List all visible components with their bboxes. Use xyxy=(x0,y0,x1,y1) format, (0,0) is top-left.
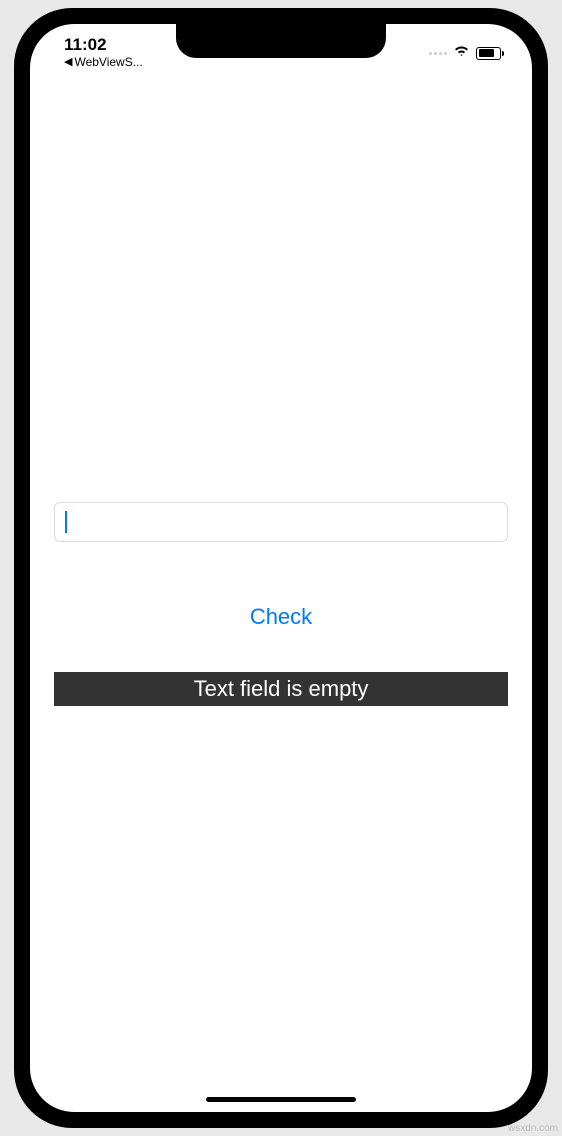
screen: 11:02 ◀ WebViewS... xyxy=(30,24,532,1112)
battery-icon xyxy=(476,47,504,60)
text-input[interactable] xyxy=(54,502,508,542)
watermark: wsxdn.com xyxy=(508,1123,558,1134)
result-label: Text field is empty xyxy=(54,672,508,706)
check-button[interactable]: Check xyxy=(30,604,532,630)
status-time: 11:02 xyxy=(64,36,143,53)
back-caret-icon: ◀ xyxy=(64,55,72,68)
status-bar-right xyxy=(429,30,512,62)
notch xyxy=(176,24,386,58)
text-cursor xyxy=(65,511,67,533)
cellular-dots-icon xyxy=(429,52,447,55)
wifi-icon xyxy=(453,44,470,62)
status-bar-left: 11:02 ◀ WebViewS... xyxy=(50,24,143,69)
back-to-app-link[interactable]: ◀ WebViewS... xyxy=(64,55,143,69)
device-frame: 11:02 ◀ WebViewS... xyxy=(14,8,548,1128)
home-indicator[interactable] xyxy=(206,1097,356,1102)
content-area: Check Text field is empty xyxy=(30,24,532,1112)
back-app-label: WebViewS... xyxy=(74,55,142,69)
